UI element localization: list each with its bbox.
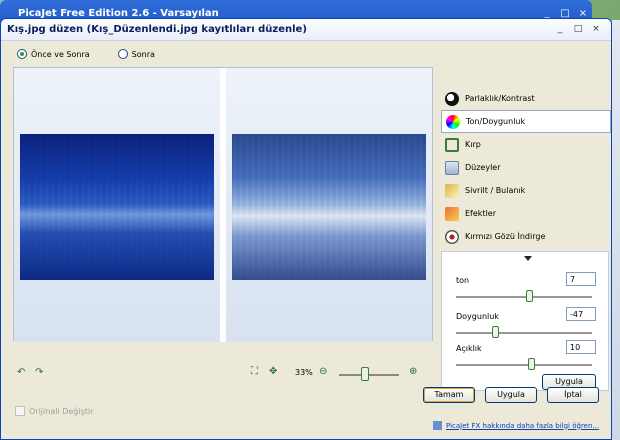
zoom-level: 33% (295, 368, 313, 377)
replace-original-option[interactable]: Orijinali Değiştir (15, 406, 93, 416)
edit-dialog: Kış.jpg düzen (Kış_Düzenlendi.jpg kayıtl… (0, 18, 612, 440)
crop-icon (445, 137, 459, 152)
replace-original-checkbox[interactable] (15, 406, 25, 416)
zoom-out-icon[interactable]: ⊖ (319, 366, 327, 377)
hue-label: ton (456, 276, 470, 285)
fit-to-window-icon[interactable]: ⛶ (251, 366, 258, 377)
saturation-slider-track[interactable] (456, 332, 592, 334)
view-mode-options: Önce ve Sonra Sonra (17, 49, 155, 59)
dialog-minimize-icon[interactable]: _ (553, 23, 567, 36)
dialog-maximize-icon[interactable]: □ (571, 23, 585, 36)
before-pane (14, 68, 220, 342)
hue-saturation-panel: ton 7 Doygunluk -47 Açıklık 10 Uygula (441, 251, 609, 391)
lightness-label: Açıklık (456, 344, 482, 353)
tool-label: Efektler (465, 209, 496, 218)
actual-size-icon[interactable]: ✥ (269, 366, 277, 377)
zoom-slider-thumb[interactable] (361, 367, 369, 381)
red-eye-icon (445, 229, 459, 244)
redo-icon[interactable]: ↷ (35, 367, 43, 378)
apply-button[interactable]: Uygula (485, 387, 537, 403)
tool-label: Sivrilt / Bulanık (465, 186, 526, 195)
tool-crop[interactable]: Kırp (441, 133, 611, 156)
sharpen-blur-icon (445, 183, 459, 198)
ok-button[interactable]: Tamam (423, 387, 475, 403)
tool-levels[interactable]: Düzeyler (441, 156, 611, 179)
undo-icon[interactable]: ↶ (17, 367, 25, 378)
dialog-titlebar: Kış.jpg düzen (Kış_Düzenlendi.jpg kayıtl… (1, 19, 611, 41)
tool-red-eye[interactable]: Kırmızı Gözü İndirge (441, 225, 611, 248)
before-photo (20, 134, 214, 280)
tool-sharpen-blur[interactable]: Sivrilt / Bulanık (441, 179, 611, 202)
zoom-in-icon[interactable]: ⊕ (409, 366, 417, 377)
hue-slider-track[interactable] (456, 296, 592, 298)
learn-more-link-text[interactable]: PicaJet FX hakkında daha fazla bilgi öğr… (446, 422, 599, 430)
radio-after-indicator[interactable] (117, 49, 128, 59)
cancel-button[interactable]: İptal (547, 387, 599, 403)
tool-label: Ton/Doygunluk (466, 117, 526, 126)
learn-more-link[interactable]: PicaJet FX hakkında daha fazla bilgi öğr… (433, 421, 599, 430)
tools-panel: Parlaklık/Kontrast Ton/Doygunluk Kırp Dü… (441, 87, 611, 248)
replace-original-label: Orijinali Değiştir (29, 406, 94, 416)
lightness-slider-thumb[interactable] (528, 358, 535, 370)
hue-saturation-icon (446, 114, 460, 129)
tool-label: Parlaklık/Kontrast (465, 94, 535, 103)
dialog-close-icon[interactable]: × (589, 23, 603, 36)
radio-before-after[interactable]: Önce ve Sonra (17, 49, 90, 59)
picajet-fx-icon (433, 421, 442, 430)
image-preview-area (13, 67, 433, 342)
tool-label: Düzeyler (465, 163, 501, 172)
lightness-input[interactable]: 10 (566, 340, 596, 354)
brightness-contrast-icon (445, 91, 459, 106)
effects-icon (445, 206, 459, 221)
hue-input[interactable]: 7 (566, 272, 596, 286)
preview-toolbar: ↶ ↷ ⛶ ✥ 33% ⊖ ⊕ (13, 365, 433, 383)
dialog-title: Kış.jpg düzen (Kış_Düzenlendi.jpg kayıtl… (7, 24, 307, 35)
tool-brightness-contrast[interactable]: Parlaklık/Kontrast (441, 87, 611, 110)
radio-after-label: Sonra (131, 49, 155, 59)
radio-before-after-indicator[interactable] (17, 49, 27, 59)
after-pane (226, 68, 432, 342)
hue-slider-thumb[interactable] (526, 290, 533, 302)
saturation-input[interactable]: -47 (566, 307, 596, 321)
collapse-arrow-icon[interactable] (524, 256, 532, 261)
lightness-slider-track[interactable] (456, 364, 592, 366)
radio-after[interactable]: Sonra (117, 49, 155, 59)
background-side-panel (612, 20, 620, 440)
after-photo (232, 134, 426, 280)
saturation-slider-thumb[interactable] (492, 326, 499, 338)
tool-label: Kırp (465, 140, 481, 149)
tool-label: Kırmızı Gözü İndirge (465, 232, 546, 241)
levels-icon (445, 160, 459, 175)
radio-before-after-label: Önce ve Sonra (31, 49, 90, 59)
saturation-label: Doygunluk (456, 312, 499, 321)
tool-hue-saturation[interactable]: Ton/Doygunluk (441, 110, 611, 133)
tool-effects[interactable]: Efektler (441, 202, 611, 225)
zoom-slider-track[interactable] (339, 374, 399, 376)
